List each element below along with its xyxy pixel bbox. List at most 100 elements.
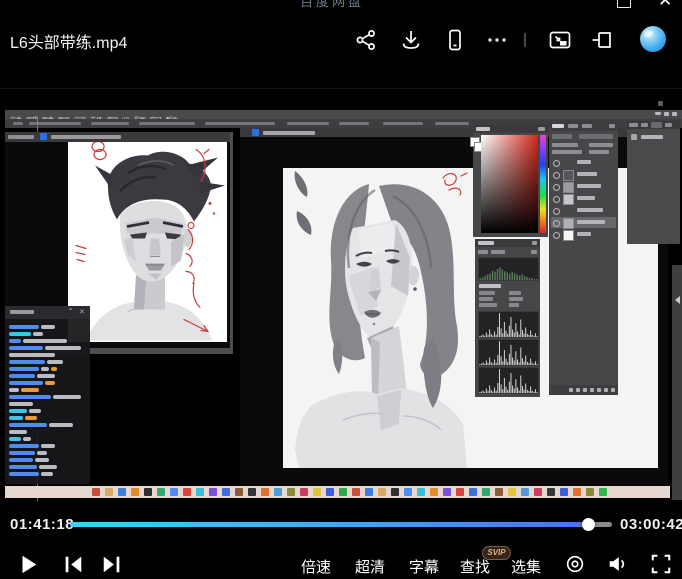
taskbar-app-icon	[92, 488, 100, 496]
ps-hue-strip	[540, 135, 546, 233]
maximize-button[interactable]	[617, 0, 631, 8]
ps-collapsed-dock	[672, 265, 682, 500]
taskbar-app-icon	[547, 488, 555, 496]
ps-layer-row	[551, 217, 616, 228]
app-window-title: 百度网盘	[300, 0, 364, 10]
quality-button[interactable]: 超清	[355, 556, 385, 577]
taskbar-app-icon	[365, 488, 373, 496]
chat-line	[5, 372, 90, 379]
episodes-button[interactable]: 选集	[511, 556, 541, 577]
taskbar-app-icon	[443, 488, 451, 496]
chat-line	[5, 358, 90, 365]
taskbar-app-icon	[118, 488, 126, 496]
progress-bar-track[interactable]	[70, 522, 612, 527]
chat-line	[5, 470, 90, 477]
taskbar-app-icon	[352, 488, 360, 496]
taskbar-app-icon	[222, 488, 230, 496]
chat-line	[5, 428, 90, 435]
chat-line	[5, 407, 90, 414]
close-button[interactable]: ✕	[658, 0, 673, 8]
video-filename: L6头部带练.mp4	[10, 29, 127, 53]
taskbar-app-icon	[248, 488, 256, 496]
chat-line	[5, 435, 90, 442]
ps-layers-panel	[549, 122, 618, 395]
chat-line	[5, 414, 90, 421]
more-icon[interactable]	[485, 28, 509, 52]
chat-line	[5, 365, 90, 372]
subtitle-button[interactable]: 字幕	[409, 556, 439, 577]
taskbar-app-icon	[196, 488, 204, 496]
taskbar-app-icon	[586, 488, 594, 496]
taskbar-app-icon	[456, 488, 464, 496]
taskbar-app-icon	[417, 488, 425, 496]
ps-layer-row	[551, 193, 616, 204]
taskbar-app-icon	[300, 488, 308, 496]
ps-layer-row	[551, 205, 616, 216]
taskbar-app-icon	[261, 488, 269, 496]
taskbar-app-icon	[274, 488, 282, 496]
chat-line	[5, 386, 90, 393]
ps-saturation-square	[481, 135, 538, 233]
chat-line	[5, 449, 90, 456]
ps-menubar: 文件编辑图像图层文字选择滤镜3D视图窗口帮助	[5, 110, 682, 119]
chat-line	[5, 463, 90, 470]
taskbar-app-icon	[287, 488, 295, 496]
ps-window-minimize-icon	[655, 112, 661, 115]
chat-line-wrap	[5, 400, 90, 407]
progress-bar-thumb[interactable]	[582, 518, 595, 531]
chat-line	[5, 421, 90, 428]
taskbar-app-icon	[183, 488, 191, 496]
ps-layers-footer	[549, 385, 618, 395]
taskbar-app-icon	[599, 488, 607, 496]
download-icon[interactable]	[399, 28, 423, 52]
taskbar-app-icon	[404, 488, 412, 496]
picture-in-picture-icon[interactable]	[548, 28, 572, 52]
decoration	[658, 101, 663, 106]
taskbar-app-icon	[144, 488, 152, 496]
chat-line	[5, 337, 90, 344]
chat-line	[5, 330, 90, 337]
video-content-area[interactable]: 文件编辑图像图层文字选择滤镜3D视图窗口帮助	[0, 88, 682, 506]
taskbar-app-icon	[235, 488, 243, 496]
ps-layer-row	[551, 229, 616, 240]
chat-close-icon[interactable]: ✕	[79, 308, 85, 316]
ps-window-maximize-icon	[664, 112, 669, 116]
ps-layer-row	[551, 181, 616, 192]
taskbar-app-icon	[482, 488, 490, 496]
taskbar-app-icon	[430, 488, 438, 496]
taskbar-app-icon	[170, 488, 178, 496]
taskbar-app-icon	[560, 488, 568, 496]
chat-line	[5, 456, 90, 463]
volume-icon[interactable]	[606, 553, 628, 575]
chat-header: ⌃ ✕	[5, 306, 90, 319]
chat-collapse-icon[interactable]: ⌃	[67, 307, 74, 316]
chat-overlay-panel: ⌃ ✕	[5, 306, 90, 484]
ps-histogram-panel	[475, 239, 540, 397]
speed-button[interactable]: 倍速	[301, 556, 331, 577]
share-icon[interactable]	[354, 28, 378, 52]
user-avatar[interactable]	[640, 26, 666, 52]
ps-layer-row	[551, 157, 616, 168]
taskbar-app-icon	[508, 488, 516, 496]
play-button[interactable]	[17, 553, 39, 575]
progress-bar-fill	[70, 522, 588, 527]
next-button[interactable]	[101, 553, 123, 575]
chat-line	[5, 344, 90, 351]
danmaku-settings-icon[interactable]	[564, 553, 586, 575]
taskbar-app-icon	[313, 488, 321, 496]
taskbar-app-icon	[378, 488, 386, 496]
chat-line	[5, 379, 90, 386]
chat-line-wrap	[5, 351, 90, 358]
taskbar-app-icon	[495, 488, 503, 496]
taskbar-app-icon	[326, 488, 334, 496]
previous-button[interactable]	[62, 553, 84, 575]
fullscreen-icon[interactable]	[650, 553, 672, 575]
current-time: 01:41:18	[10, 516, 74, 533]
header-divider	[524, 33, 526, 47]
chat-line	[5, 442, 90, 449]
ps-layer-row	[551, 169, 616, 180]
cast-screen-icon[interactable]	[590, 28, 614, 52]
phone-icon[interactable]	[443, 28, 467, 52]
taskbar-app-icon	[105, 488, 113, 496]
taskbar-app-icon	[339, 488, 347, 496]
